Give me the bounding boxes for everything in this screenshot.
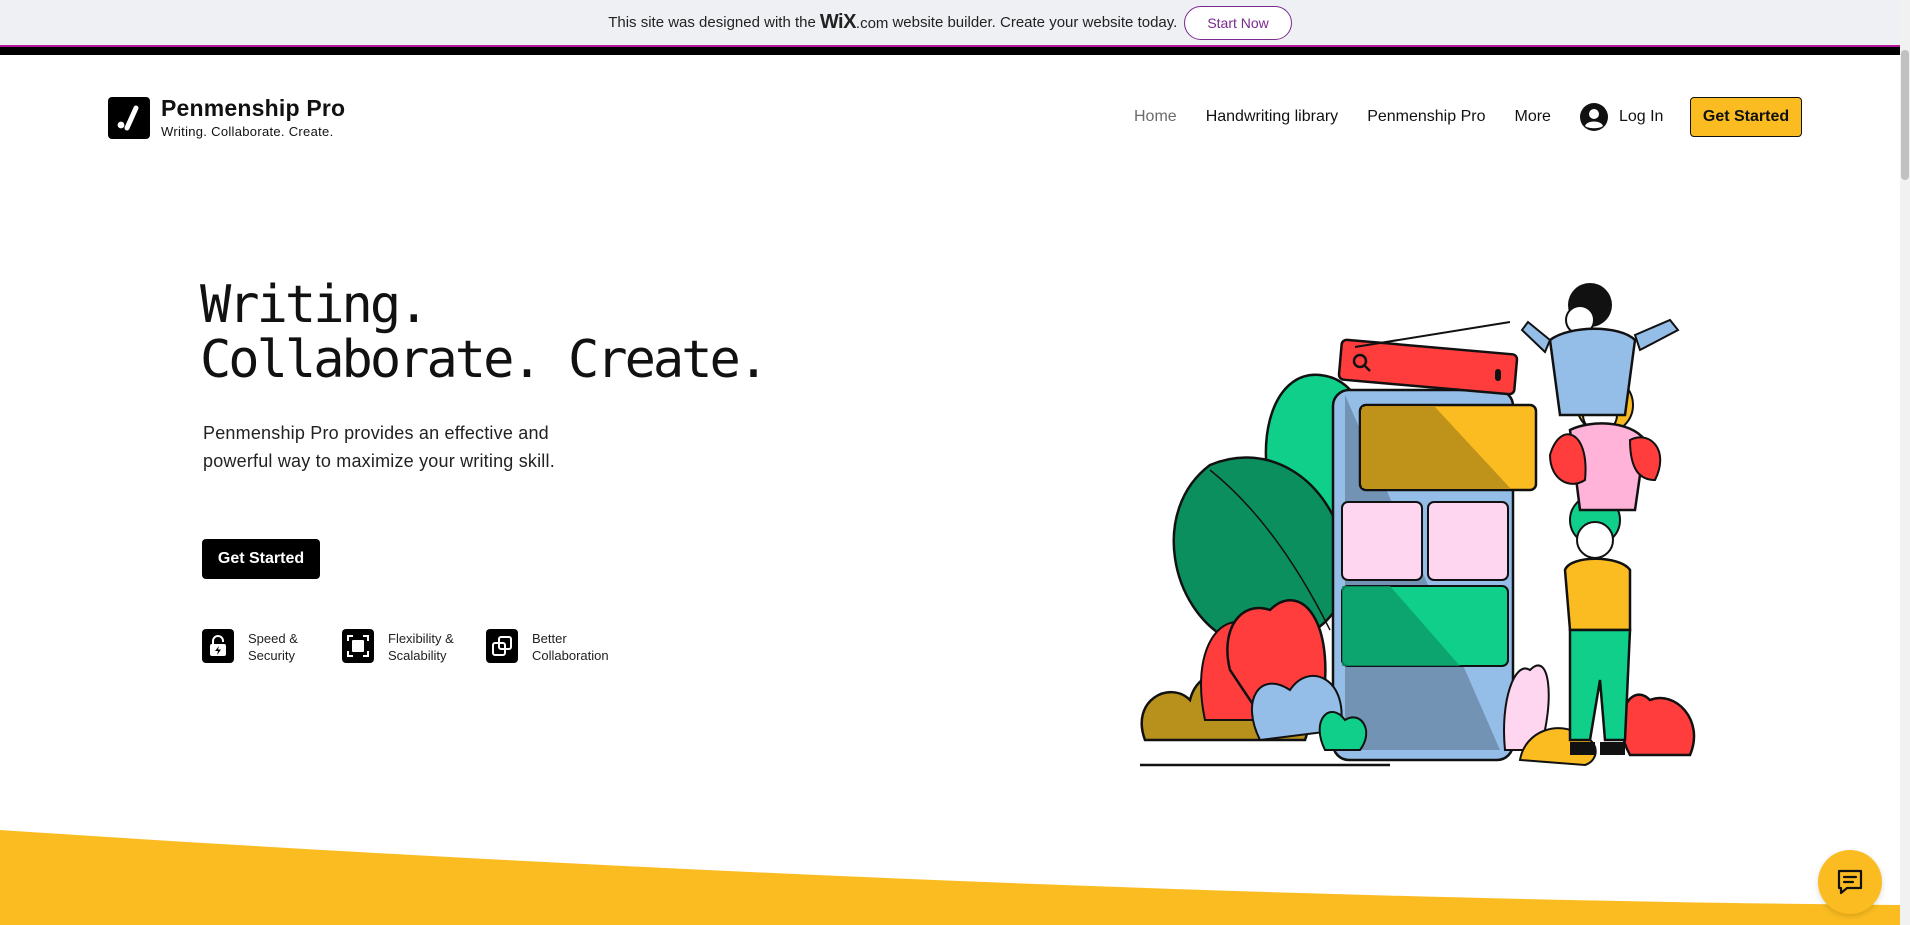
banner-suffix-text: website builder. Create your website tod… [892,14,1178,31]
feature-flexibility-scalability: Flexibility & Scalability [342,629,458,664]
login-label: Log In [1618,108,1664,125]
login-button[interactable]: Log In [1579,103,1664,131]
nav-item-handwriting-library[interactable]: Handwriting library [1206,108,1339,126]
lock-bolt-icon [202,629,234,663]
hero-title: Writing. Collaborate. Create. [200,275,769,390]
brand-tagline: Writing. Collaborate. Create. [161,124,334,139]
brand[interactable]: Penmenship Pro Writing. Collaborate. Cre… [108,96,345,139]
pen-check-logo-icon [108,96,150,139]
wix-logo[interactable]: WiX.com [820,11,889,34]
page-scrollbar[interactable] [1900,0,1910,925]
expand-frame-icon [342,629,374,663]
start-now-button[interactable]: Start Now [1184,5,1292,40]
hero-get-started-button[interactable]: Get Started [202,539,320,579]
chat-icon [1837,869,1863,895]
wix-logo-suffix: .com [855,15,889,32]
page: This site was designed with the WiX.com … [0,0,1910,925]
hero-title-line1: Writing. [200,275,429,335]
feature-speed-security: Speed & Security [202,629,318,664]
banner-prefix-text: This site was designed with the [608,14,816,31]
hero-illustration [1140,283,1696,767]
brand-name: Penmenship Pro [161,95,346,121]
main-nav: Home Handwriting library Penmenship Pro … [1134,100,1663,134]
feature-label: Speed & Security [248,631,298,663]
overlap-squares-icon [486,629,518,663]
chat-button[interactable] [1818,850,1882,914]
hero-description: Penmenship Pro provides an effective and… [203,423,555,471]
user-avatar-icon [1579,103,1608,131]
wix-promo-banner: This site was designed with the WiX.com … [0,0,1900,45]
yellow-wave-divider [0,830,1900,925]
nav-item-penmenship-pro[interactable]: Penmenship Pro [1367,108,1485,126]
nav-item-more[interactable]: More [1514,108,1550,126]
feature-list: Speed & Security Flexibility & Scalabili… [202,629,622,664]
wix-logo-main: WiX [819,11,857,33]
scrollbar-thumb[interactable] [1901,50,1909,180]
hero-title-line2: Collaborate. Create. [200,330,769,390]
nav-item-home[interactable]: Home [1134,108,1177,126]
header-get-started-button[interactable]: Get Started [1690,97,1802,137]
feature-better-collaboration: Better Collaboration [486,629,622,664]
feature-label: Better Collaboration [532,631,609,663]
banner-divider-black [0,47,1900,55]
feature-label: Flexibility & Scalability [388,631,454,663]
